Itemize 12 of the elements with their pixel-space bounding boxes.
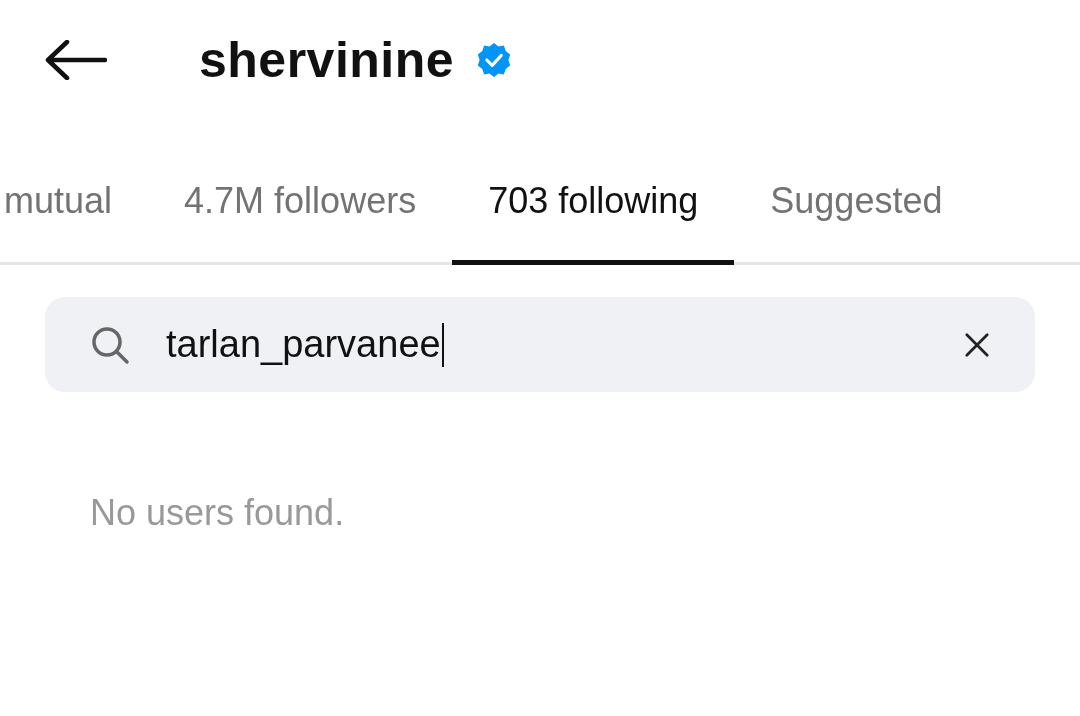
tab[interactable]: Suggested xyxy=(734,158,979,265)
text-cursor xyxy=(441,322,444,367)
empty-result-message: No users found. xyxy=(90,492,346,534)
tab[interactable]: 4.7M followers xyxy=(148,158,453,265)
tab[interactable]: 703 following xyxy=(452,158,735,265)
back-arrow-icon[interactable] xyxy=(45,40,107,80)
profile-username: shervinine xyxy=(199,31,455,89)
search-query-text: tarlan_parvanee xyxy=(166,323,441,366)
search-icon xyxy=(90,324,130,365)
search-field[interactable]: tarlan_parvanee xyxy=(45,297,1035,392)
tab[interactable]: mutual xyxy=(0,158,149,265)
clear-icon[interactable] xyxy=(964,331,990,358)
